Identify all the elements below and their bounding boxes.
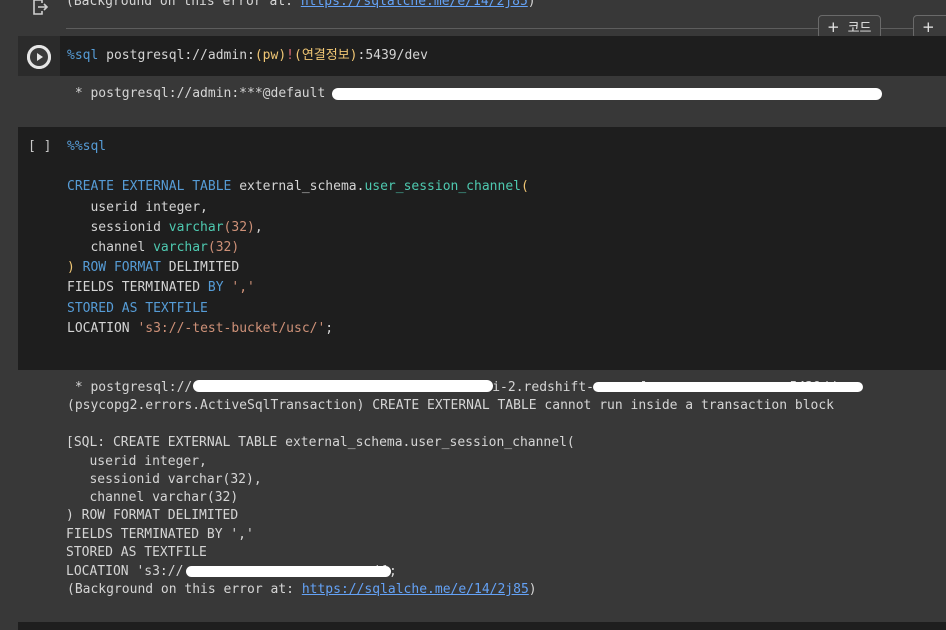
error-sql-line: channel varchar(32) bbox=[66, 490, 239, 505]
code-line[interactable]: %%sql bbox=[67, 137, 106, 157]
plus-icon: + bbox=[922, 18, 935, 36]
code-cell-connect[interactable]: %sql postgresql://admin:(pw)!(연결정보):5439… bbox=[18, 36, 946, 76]
play-icon bbox=[27, 45, 51, 69]
code-line[interactable]: userid integer, bbox=[67, 198, 207, 218]
error-sql-line: sessionid varchar(32), bbox=[66, 472, 262, 487]
redaction-scribble bbox=[593, 382, 863, 392]
plus-icon: + bbox=[827, 18, 840, 36]
code-line[interactable]: sessionid varchar(32), bbox=[67, 218, 262, 238]
code-line[interactable]: ) ROW FORMAT DELIMITED bbox=[67, 258, 239, 278]
cell-output-error: * postgresql://i-2.redshift-serverless.a… bbox=[18, 370, 946, 622]
error-message: (psycopg2.errors.ActiveSqlTransaction) C… bbox=[67, 398, 835, 413]
error-sql-line: ) ROW FORMAT DELIMITED bbox=[66, 508, 239, 523]
error-sql-line: STORED AS TEXTFILE bbox=[66, 545, 207, 560]
redaction-scribble bbox=[186, 566, 391, 577]
code-line[interactable]: FIELDS TERMINATED BY ',' bbox=[67, 278, 255, 298]
code-cell-create-table[interactable]: [ ] %%sql CREATE EXTERNAL TABLE external… bbox=[18, 127, 946, 370]
error-sql-line: userid integer, bbox=[66, 454, 207, 469]
code-line[interactable]: channel varchar(32) bbox=[67, 238, 239, 258]
connection-line: * postgresql://admin:***@default bbox=[67, 86, 326, 101]
redaction-scribble bbox=[193, 380, 493, 392]
code-line[interactable]: %sql postgresql://admin:(pw)!(연결정보):5439… bbox=[67, 46, 428, 66]
error-background-link[interactable]: https://sqlalche.me/e/14/2j85 bbox=[302, 582, 529, 597]
run-cell-button[interactable] bbox=[27, 45, 51, 69]
code-line[interactable]: STORED AS TEXTFILE bbox=[67, 299, 208, 319]
error-sql-line: FIELDS TERMINATED BY ',' bbox=[66, 527, 262, 542]
next-code-cell[interactable] bbox=[18, 622, 946, 630]
cell-output: * postgresql://admin:***@default bbox=[18, 76, 946, 116]
code-line[interactable]: LOCATION 's3://-test-bucket/usc/'; bbox=[67, 319, 333, 339]
error-sql-line: [SQL: CREATE EXTERNAL TABLE external_sch… bbox=[66, 435, 575, 450]
error-background-link[interactable]: https://sqlalche.me/e/14/2j85 bbox=[301, 0, 528, 9]
execution-count: [ ] bbox=[28, 139, 52, 154]
error-background-line: (Background on this error at: https://sq… bbox=[67, 582, 537, 597]
code-line[interactable]: CREATE EXTERNAL TABLE external_schema.us… bbox=[67, 177, 529, 197]
previous-output-line: (Background on this error at: https://sq… bbox=[66, 0, 536, 9]
redaction-scribble bbox=[332, 88, 882, 100]
cell-gutter bbox=[18, 36, 60, 76]
add-code-label: 코드 bbox=[847, 21, 872, 36]
cell-divider bbox=[66, 28, 946, 29]
notebook-page: (Background on this error at: https://sq… bbox=[0, 0, 946, 630]
previous-output: (Background on this error at: https://sq… bbox=[0, 0, 946, 16]
output-menu-icon[interactable] bbox=[31, 0, 49, 16]
